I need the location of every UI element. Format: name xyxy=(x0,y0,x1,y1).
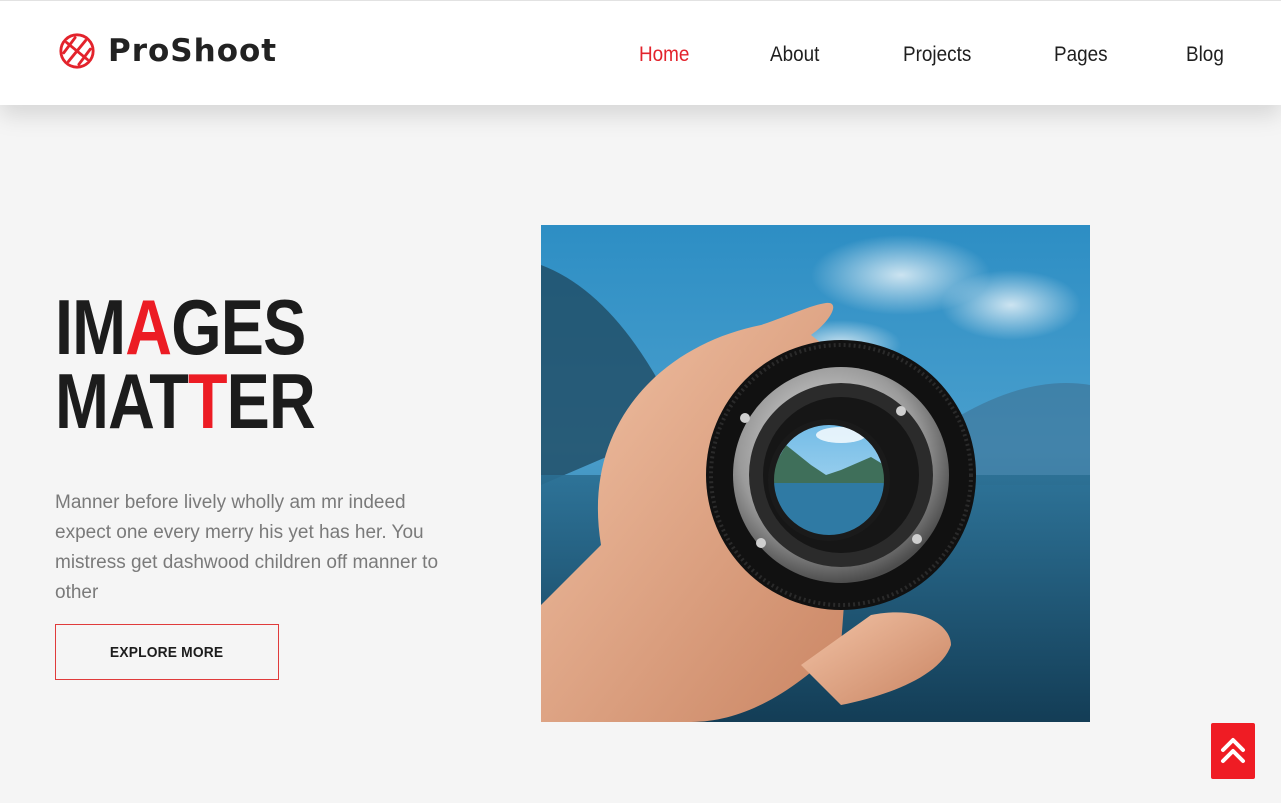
explore-more-button[interactable]: EXPLORE MORE xyxy=(55,624,279,680)
nav-projects[interactable]: Projects xyxy=(903,37,971,73)
navbar: ProShoot Home About Projects Pages Blog xyxy=(0,0,1281,105)
scroll-to-top-button[interactable] xyxy=(1211,723,1255,779)
hero-title: IMAGES MATTER xyxy=(55,283,321,445)
nav-blog[interactable]: Blog xyxy=(1186,37,1224,73)
hero-title-line-2: MATTER xyxy=(55,357,316,445)
camera-lens-photo xyxy=(541,225,1090,722)
nav-pages[interactable]: Pages xyxy=(1054,37,1108,73)
explore-more-label: EXPLORE MORE xyxy=(110,643,224,661)
hero-title-line-1: IMAGES xyxy=(55,283,306,371)
double-chevron-up-icon xyxy=(1221,738,1245,763)
main-nav: Home About Projects Pages Blog xyxy=(0,37,1281,73)
hero-image xyxy=(541,225,1090,722)
title-highlight-letter: T xyxy=(187,357,228,445)
nav-about[interactable]: About xyxy=(770,37,819,73)
nav-home[interactable]: Home xyxy=(639,37,689,73)
hero-description: Manner before lively wholly am mr indeed… xyxy=(55,492,439,603)
